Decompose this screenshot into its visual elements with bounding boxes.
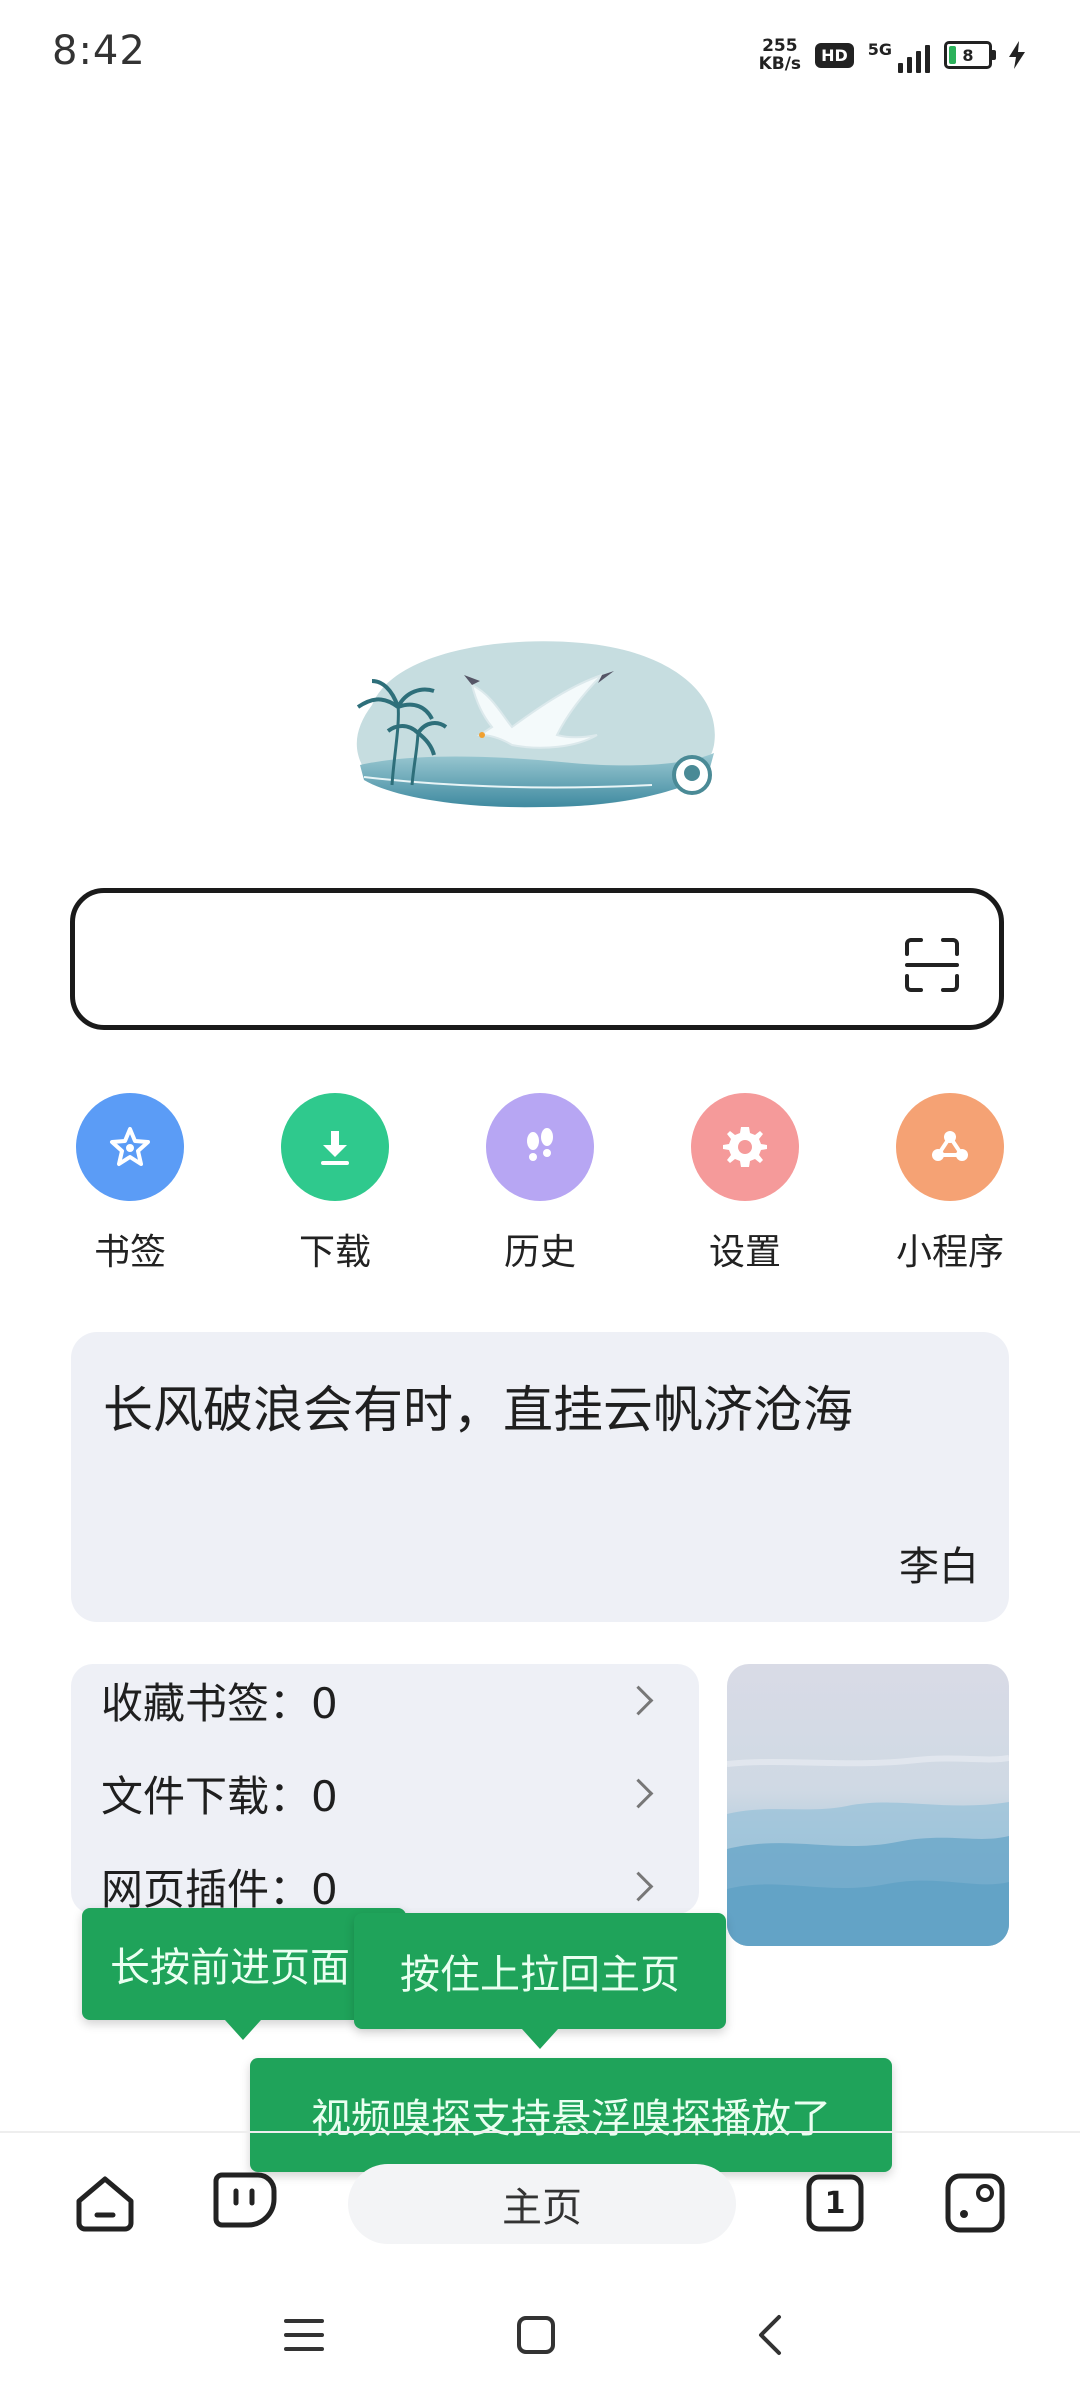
gear-icon — [691, 1093, 799, 1201]
speed-value: 255 — [762, 36, 798, 56]
shortcut-history[interactable]: 历史 — [450, 1093, 630, 1275]
tooltip-home-text: 按住上拉回主页 — [354, 1913, 726, 2029]
signal-icon: 5G — [868, 37, 930, 73]
tabs-button[interactable]: 1 — [800, 2168, 870, 2238]
scan-icon[interactable] — [905, 938, 959, 992]
tooltip-arrow — [225, 2020, 261, 2040]
chevron-right-icon — [623, 1685, 654, 1715]
mini-program-icon — [896, 1093, 1004, 1201]
app-logo — [356, 641, 715, 808]
battery-level: 8 — [962, 45, 974, 65]
stat-row-plugins[interactable]: 网页插件：0 — [101, 1851, 659, 1914]
tooltip-video[interactable]: 视频嗅探支持悬浮嗅探播放了 — [250, 2058, 892, 2172]
speed-unit: KB/s — [758, 54, 802, 74]
hd-icon: HD — [815, 42, 854, 68]
bottom-bar-divider — [0, 2131, 1080, 2133]
shortcut-label: 设置 — [708, 1232, 781, 1273]
menu-icon[interactable] — [940, 2168, 1010, 2238]
shortcut-bookmarks[interactable]: 书签 — [40, 1093, 220, 1275]
status-icons: 255 KB/s HD 5G 8 — [759, 30, 1028, 80]
search-box[interactable] — [70, 888, 1004, 1030]
shortcut-label: 历史 — [503, 1232, 576, 1273]
stat-row-bookmarks[interactable]: 收藏书签：0 — [101, 1665, 659, 1735]
battery-icon: 8 — [944, 41, 996, 69]
stat-label: 收藏书签：0 — [101, 1678, 338, 1728]
home-tab-pill[interactable]: 主页 — [348, 2164, 736, 2244]
shortcut-label: 下载 — [298, 1232, 371, 1273]
back-icon[interactable] — [730, 2310, 810, 2360]
network-speed: 255 KB/s — [759, 37, 801, 73]
tab-count: 1 — [824, 2185, 846, 2221]
shortcut-label: 小程序 — [895, 1232, 1004, 1273]
download-icon — [281, 1093, 389, 1201]
stat-label: 文件下载：0 — [101, 1771, 338, 1821]
wallpaper-thumbnail[interactable] — [727, 1664, 1009, 1946]
quote-card[interactable]: 长风破浪会有时，直挂云帆济沧海 李白 — [71, 1332, 1009, 1622]
shortcut-grid: 书签 下载 历史 设置 小程序 — [40, 1093, 1040, 1275]
shortcut-label: 书签 — [93, 1232, 166, 1273]
status-time: 8:42 — [52, 28, 146, 74]
network-type: 5G — [867, 40, 892, 59]
home-label: 主页 — [502, 2185, 582, 2231]
star-icon — [76, 1093, 184, 1201]
quote-text: 长风破浪会有时，直挂云帆济沧海 — [103, 1381, 853, 1439]
tooltip-arrow — [522, 2029, 558, 2049]
footprints-icon — [486, 1093, 594, 1201]
quote-author: 李白 — [899, 1544, 979, 1590]
tooltip-home[interactable]: 按住上拉回主页 — [354, 1913, 726, 2049]
home-icon[interactable] — [70, 2168, 140, 2238]
chevron-right-icon — [623, 1778, 654, 1808]
stat-row-downloads[interactable]: 文件下载：0 — [101, 1758, 659, 1828]
shortcut-settings[interactable]: 设置 — [655, 1093, 835, 1275]
stats-card: 收藏书签：0 文件下载：0 网页插件：0 — [71, 1664, 699, 1914]
charging-icon — [1009, 41, 1025, 69]
stat-label: 网页插件：0 — [101, 1864, 338, 1914]
home-nav-icon[interactable] — [496, 2310, 576, 2360]
chevron-right-icon — [623, 1871, 654, 1901]
ai-assistant-icon[interactable] — [210, 2166, 280, 2236]
shortcut-mini-programs[interactable]: 小程序 — [860, 1093, 1040, 1275]
recent-apps-icon[interactable] — [264, 2310, 344, 2360]
shortcut-downloads[interactable]: 下载 — [245, 1093, 425, 1275]
